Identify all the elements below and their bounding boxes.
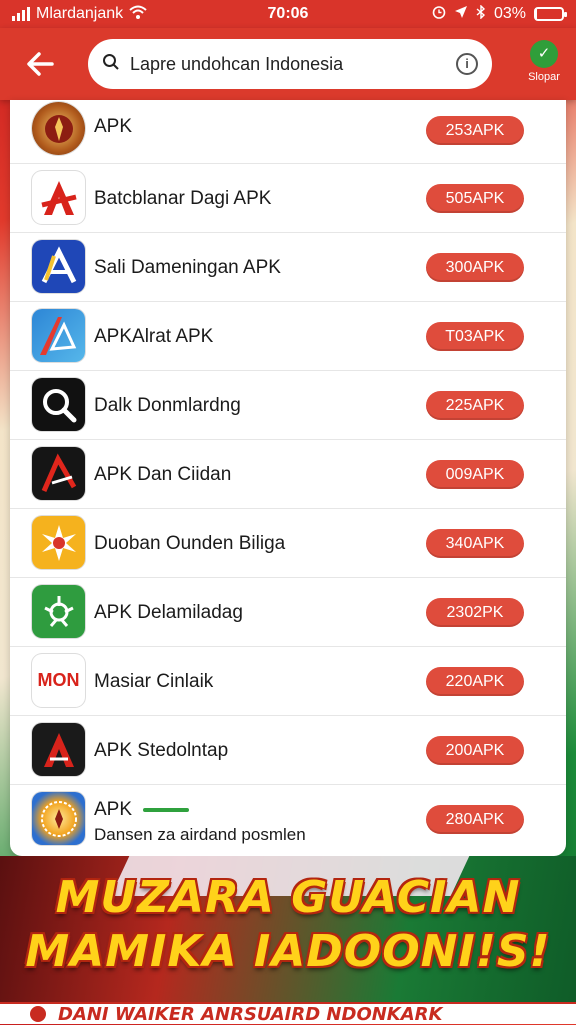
letter-a-icon	[32, 171, 85, 224]
download-button[interactable]: 2302PK	[426, 598, 524, 627]
app-name: APK	[94, 799, 133, 820]
banner-headline-2: MAMIKA IADOONI!S!	[25, 926, 551, 977]
sun-icon	[32, 516, 85, 569]
top-app-bar: i ✓ Slopar	[0, 28, 576, 100]
seal-icon	[32, 792, 85, 845]
bluetooth-icon	[476, 3, 486, 24]
app-name: APK	[94, 116, 133, 137]
info-icon[interactable]: i	[456, 53, 478, 75]
download-button[interactable]: 505APK	[426, 184, 524, 213]
app-name: Sali Dameningan APK	[94, 257, 281, 278]
wifi-icon	[129, 5, 147, 24]
mon-logo-text: MON	[37, 670, 80, 690]
app-name: Dalk Donmlardng	[94, 395, 241, 416]
back-arrow-icon[interactable]	[20, 44, 60, 84]
mon-logo-icon: MON	[32, 654, 85, 707]
banner-headline-1: MUZARA GUACIAN	[55, 872, 521, 923]
list-item[interactable]: APK Stedolntap 200APK	[10, 716, 566, 785]
app-name: APK Dan Ciidan	[94, 464, 232, 485]
emblem-icon	[32, 102, 85, 155]
app-name: APKAlrat APK	[94, 326, 214, 347]
blue-a-icon	[32, 309, 85, 362]
download-button[interactable]: 300APK	[426, 253, 524, 282]
download-button[interactable]: 220APK	[426, 667, 524, 696]
dark-a-icon	[32, 723, 85, 776]
shop-button[interactable]: ✓ Slopar	[520, 40, 568, 92]
bottom-banner-text: DANI WAIKER ANRSUAIRD NDONKARK	[58, 1003, 443, 1025]
app-list: APK 253APK Batcblanar Dagi APK 505APK Sa…	[10, 100, 566, 856]
alarm-icon	[432, 5, 446, 24]
search-icon	[102, 53, 120, 76]
carrier-name: Mlardanjank	[36, 5, 124, 22]
app-name: APK Stedolntap	[94, 740, 229, 761]
list-item[interactable]: Batcblanar Dagi APK 505APK	[10, 164, 566, 233]
pin-icon	[30, 1006, 46, 1022]
shopping-bag-icon: ✓	[530, 40, 558, 68]
list-item[interactable]: APK Delamiladag 2302PK	[10, 578, 566, 647]
app-subtitle: Dansen za airdand posmlen	[94, 825, 306, 844]
search-input[interactable]	[128, 52, 448, 76]
app-name: Masiar Cinlaik	[94, 671, 214, 692]
arrow-a-icon	[32, 240, 85, 293]
location-icon	[454, 5, 468, 24]
list-item[interactable]: APK Dan Ciidan 009APK	[10, 440, 566, 509]
list-item[interactable]: APK Dansen za airdand posmlen 280APK	[10, 785, 566, 856]
red-a-icon	[32, 447, 85, 500]
shop-label: Slopar	[528, 71, 560, 83]
status-bar: Mlardanjank 70:06 03%	[0, 0, 576, 28]
signal-icon	[12, 7, 30, 21]
promo-banner[interactable]: MUZARA GUACIAN MAMIKA IADOONI!S!	[0, 856, 576, 1002]
garuda-icon	[32, 585, 85, 638]
new-badge	[143, 807, 190, 812]
battery-icon	[534, 7, 567, 21]
download-button[interactable]: 009APK	[426, 460, 524, 489]
download-button[interactable]: 253APK	[426, 116, 524, 145]
magnifier-icon	[32, 378, 85, 431]
app-name: Batcblanar Dagi APK	[94, 188, 272, 209]
battery-percent: 03%	[493, 5, 526, 22]
list-item[interactable]: Duoban Ounden Biliga 340APK	[10, 509, 566, 578]
list-item[interactable]: MON Masiar Cinlaik 220APK	[10, 647, 566, 716]
list-item[interactable]: APKAlrat APK T03APK	[10, 302, 566, 371]
list-item[interactable]: Dalk Donmlardng 225APK	[10, 371, 566, 440]
list-item[interactable]: Sali Dameningan APK 300APK	[10, 233, 566, 302]
download-button[interactable]: 225APK	[426, 391, 524, 420]
download-button[interactable]: 200APK	[426, 736, 524, 765]
app-name-line: APK	[94, 799, 190, 821]
app-name: Duoban Ounden Biliga	[94, 533, 286, 554]
app-name: APK Delamiladag	[94, 602, 243, 623]
bottom-banner-bar[interactable]: DANI WAIKER ANRSUAIRD NDONKARK	[0, 1002, 576, 1025]
download-button[interactable]: 280APK	[426, 805, 524, 834]
download-button[interactable]: T03APK	[426, 322, 524, 351]
list-item[interactable]: APK 253APK	[10, 100, 566, 164]
search-bar[interactable]: i	[88, 39, 492, 89]
download-button[interactable]: 340APK	[426, 529, 524, 558]
